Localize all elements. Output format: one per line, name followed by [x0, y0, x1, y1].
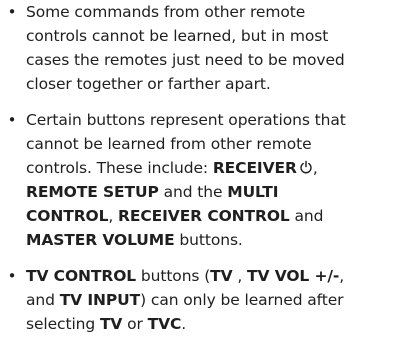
- note-item-1: • Some commands from other remote contro…: [0, 0, 412, 96]
- plain-text: ,: [108, 207, 119, 225]
- tv-input-button-name: TV INPUT: [59, 291, 141, 309]
- tv-control-button-name: TV CONTROL: [26, 267, 137, 285]
- note-1-line-1: Some commands from other remote: [26, 3, 306, 21]
- plain-text: controls. These include:: [26, 159, 213, 177]
- plain-text: ,: [339, 267, 345, 285]
- note-1-line-2: controls cannot be learned, but in most: [26, 27, 329, 45]
- master-volume-button-name: MASTER VOLUME: [26, 231, 175, 249]
- note-2-line-1: Certain buttons represent operations tha…: [26, 111, 346, 129]
- note-2-line-4: REMOTE SETUP and the MULTI: [26, 180, 406, 204]
- bullet: •: [7, 111, 17, 129]
- power-icon: [300, 160, 312, 174]
- note-1-line-3: cases the remotes just need to be moved: [26, 51, 345, 69]
- note-3-line-2: and TV INPUT) can only be learned after: [26, 288, 406, 312]
- note-2-line-3: controls. These include: RECEIVER,: [26, 156, 406, 180]
- note-3-line-3: selecting TV or TVC.: [26, 312, 406, 336]
- multi-button-name: MULTI: [227, 183, 279, 201]
- plain-text: .: [181, 315, 187, 333]
- receiver-button-name: RECEIVER: [212, 159, 297, 177]
- plain-text: and: [26, 291, 60, 309]
- plain-text: and the: [158, 183, 228, 201]
- plain-text: buttons (: [136, 267, 211, 285]
- note-item-3: • TV CONTROL buttons (TV , TV VOL +/-, a…: [0, 264, 412, 336]
- plain-text: and: [289, 207, 324, 225]
- notes-list: • Some commands from other remote contro…: [0, 0, 412, 336]
- plain-text: or: [122, 315, 148, 333]
- plain-text: ,: [312, 159, 318, 177]
- tv-button-name: TV: [99, 315, 123, 333]
- note-3-line-1: TV CONTROL buttons (TV , TV VOL +/-,: [26, 264, 406, 288]
- tvc-button-name: TVC: [147, 315, 182, 333]
- note-2-line-6: MASTER VOLUME buttons.: [26, 228, 406, 252]
- bullet: •: [7, 267, 17, 285]
- plain-text: selecting: [26, 315, 100, 333]
- plain-text: buttons.: [174, 231, 243, 249]
- note-2-line-5: CONTROL, RECEIVER CONTROL and: [26, 204, 406, 228]
- control-button-name: CONTROL: [26, 207, 109, 225]
- note-2-line-2: cannot be learned from other remote: [26, 135, 312, 153]
- remote-setup-button-name: REMOTE SETUP: [26, 183, 159, 201]
- receiver-control-button-name: RECEIVER CONTROL: [118, 207, 290, 225]
- note-item-2: • Certain buttons represent operations t…: [0, 108, 412, 252]
- tv-vol-button-name: TV VOL +/-: [247, 267, 340, 285]
- tv-button-name: TV: [210, 267, 233, 285]
- plain-text: ,: [232, 267, 248, 285]
- bullet: •: [7, 3, 17, 21]
- plain-text: ) can only be learned after: [140, 291, 344, 309]
- note-1-line-4: closer together or farther apart.: [26, 75, 271, 93]
